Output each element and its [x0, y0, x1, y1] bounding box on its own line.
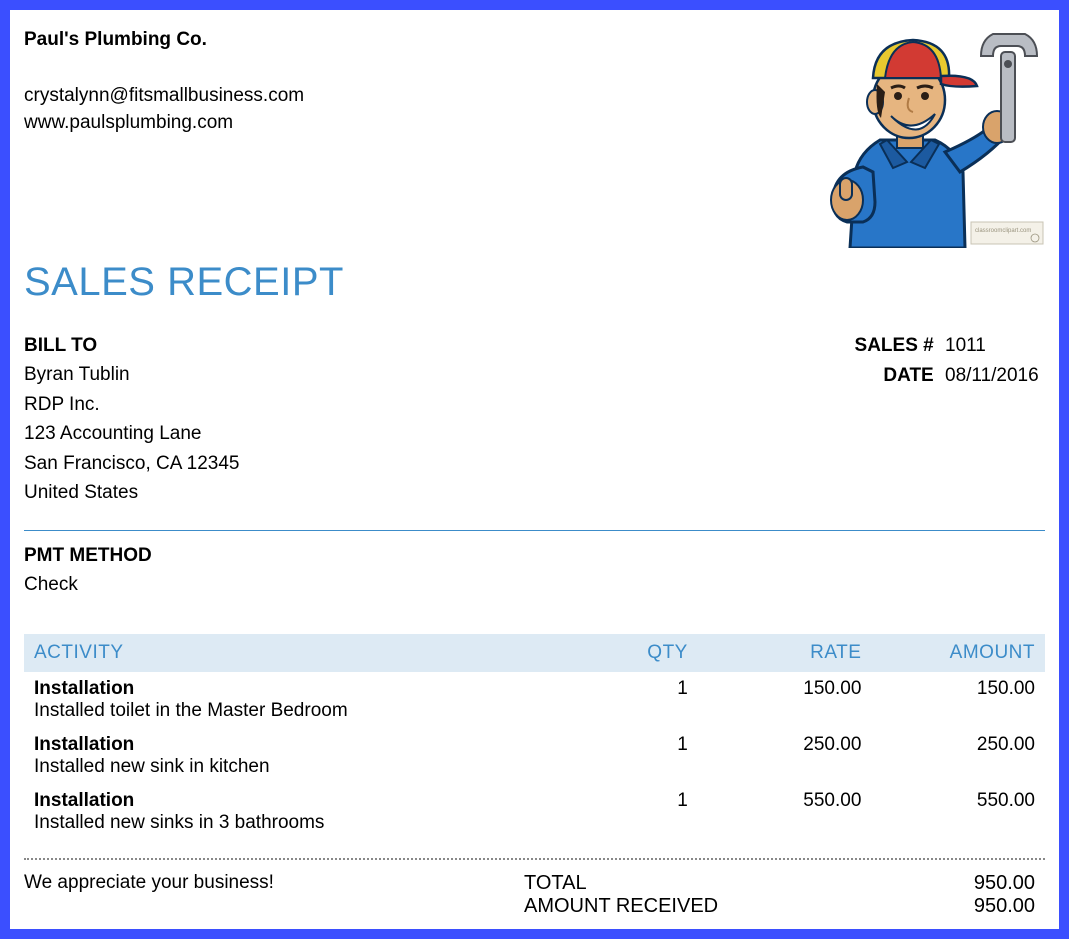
item-title: Installation — [34, 734, 134, 755]
company-website: www.paulsplumbing.com — [24, 109, 304, 137]
item-desc: Installed toilet in the Master Bedroom — [34, 700, 545, 728]
item-amount: 150.00 — [871, 672, 1045, 728]
bill-to-address1: 123 Accounting Lane — [24, 419, 239, 448]
item-rate: 250.00 — [698, 728, 872, 784]
table-row: Installation Installed toilet in the Mas… — [24, 672, 1045, 728]
item-amount: 550.00 — [871, 784, 1045, 840]
item-rate: 150.00 — [698, 672, 872, 728]
pmt-method-value: Check — [24, 570, 1045, 599]
table-header-row: ACTIVITY QTY RATE AMOUNT — [24, 634, 1045, 672]
company-email: crystalynn@fitsmallbusiness.com — [24, 82, 304, 110]
col-qty: QTY — [555, 634, 698, 672]
bill-to-city: San Francisco, CA 12345 — [24, 449, 239, 478]
col-amount: AMOUNT — [871, 634, 1045, 672]
bill-to-name: Byran Tublin — [24, 360, 239, 389]
header: Paul's Plumbing Co. crystalynn@fitsmallb… — [24, 22, 1045, 248]
receipt-document: Paul's Plumbing Co. crystalynn@fitsmallb… — [0, 0, 1069, 939]
meta-row: BILL TO Byran Tublin RDP Inc. 123 Accoun… — [24, 331, 1045, 508]
item-title: Installation — [34, 678, 134, 699]
bill-to-company: RDP Inc. — [24, 390, 239, 419]
document-title: SALES RECEIPT — [24, 260, 1045, 305]
sales-number-label: SALES # — [850, 331, 940, 361]
total-value: 950.00 — [754, 872, 1045, 895]
table-body: Installation Installed toilet in the Mas… — [24, 672, 1045, 840]
total-label: TOTAL — [524, 872, 754, 895]
item-title: Installation — [34, 790, 134, 811]
sales-meta-block: SALES # 1011 DATE 08/11/2016 — [850, 331, 1045, 392]
item-desc: Installed new sink in kitchen — [34, 756, 545, 784]
totals-block: TOTAL 950.00 AMOUNT RECEIVED 950.00 — [524, 872, 1045, 918]
col-rate: RATE — [698, 634, 872, 672]
item-amount: 250.00 — [871, 728, 1045, 784]
item-qty: 1 — [555, 784, 698, 840]
amount-received-value: 950.00 — [754, 895, 1045, 918]
table-row: Installation Installed new sink in kitch… — [24, 728, 1045, 784]
item-desc: Installed new sinks in 3 bathrooms — [34, 812, 545, 840]
item-rate: 550.00 — [698, 784, 872, 840]
table-row: Installation Installed new sinks in 3 ba… — [24, 784, 1045, 840]
sales-number: 1011 — [945, 331, 1045, 361]
payment-method-block: PMT METHOD Check — [24, 541, 1045, 600]
bill-to-country: United States — [24, 478, 239, 507]
divider-line — [24, 530, 1045, 531]
footer-row: We appreciate your business! TOTAL 950.0… — [24, 872, 1045, 918]
company-name: Paul's Plumbing Co. — [24, 26, 304, 54]
company-block: Paul's Plumbing Co. crystalynn@fitsmallb… — [24, 22, 304, 137]
pmt-method-label: PMT METHOD — [24, 541, 1045, 570]
line-items-table: ACTIVITY QTY RATE AMOUNT Installation In… — [24, 634, 1045, 840]
amount-received-label: AMOUNT RECEIVED — [524, 895, 754, 918]
col-activity: ACTIVITY — [24, 634, 555, 672]
plumber-mascot-icon: classroomclipart.com — [785, 22, 1045, 248]
bill-to-label: BILL TO — [24, 331, 239, 360]
bill-to-block: BILL TO Byran Tublin RDP Inc. 123 Accoun… — [24, 331, 239, 508]
thank-you-message: We appreciate your business! — [24, 872, 524, 918]
svg-text:classroomclipart.com: classroomclipart.com — [975, 228, 1031, 234]
company-logo: classroomclipart.com — [785, 22, 1045, 248]
date-label: DATE — [850, 361, 940, 391]
date-value: 08/11/2016 — [945, 361, 1045, 391]
item-qty: 1 — [555, 728, 698, 784]
dotted-separator — [24, 858, 1045, 860]
item-qty: 1 — [555, 672, 698, 728]
